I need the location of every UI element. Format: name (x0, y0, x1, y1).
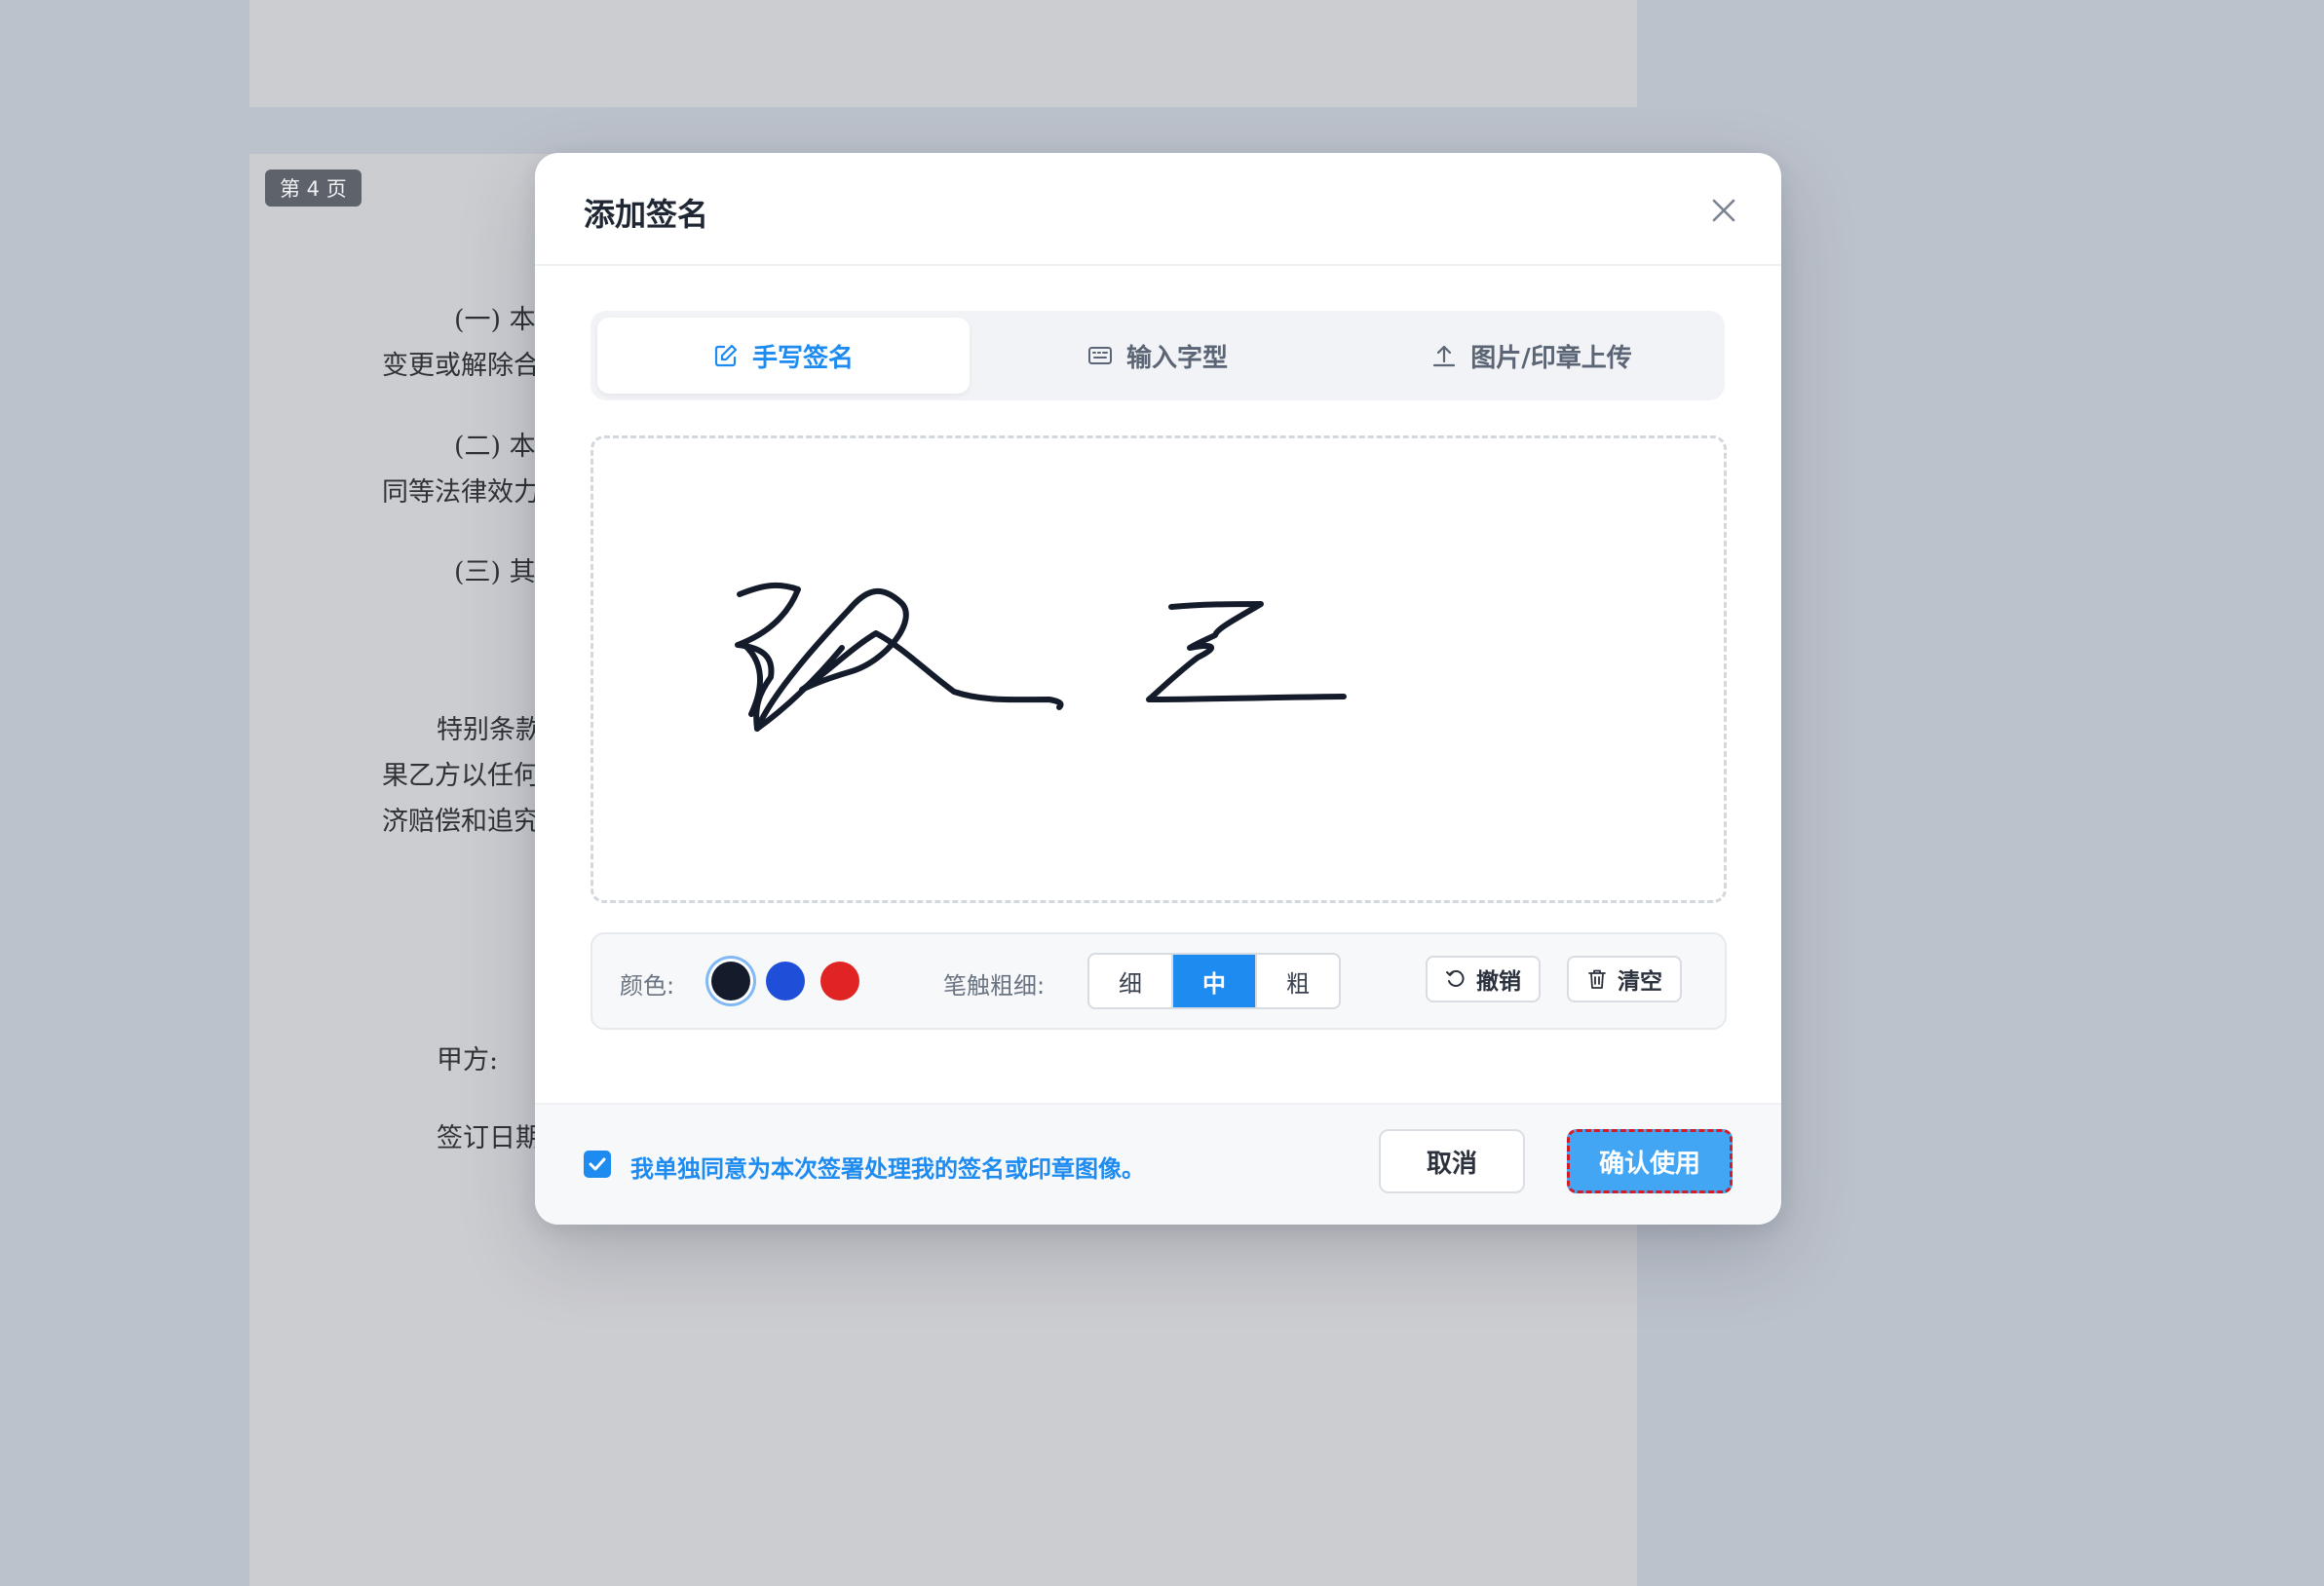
color-swatch-red[interactable] (820, 962, 859, 1001)
page-number-badge: 第 4 页 (265, 170, 362, 207)
keyboard-icon (1087, 347, 1112, 364)
doc-line: 济赔偿和追究 (382, 807, 540, 837)
doc-line: (三) 其 (454, 557, 536, 587)
tab-label: 手写签名 (751, 343, 854, 373)
thickness-thin-button[interactable]: 细 (1089, 955, 1173, 1007)
doc-line: 甲方: (437, 1045, 499, 1076)
thickness-thick-button[interactable]: 粗 (1257, 955, 1339, 1007)
signature-mode-tabs: 手写签名 输入字型 图片/印章上传 (591, 311, 1725, 400)
doc-line: 签订日期 (437, 1123, 542, 1153)
undo-button[interactable]: 撤销 (1426, 956, 1541, 1002)
cancel-button[interactable]: 取消 (1379, 1129, 1525, 1193)
doc-line: 同等法律效力 (382, 477, 540, 508)
doc-line: 果乙方以任何 (382, 761, 540, 791)
clear-label: 清空 (1618, 969, 1662, 995)
doc-line: (二) 本 (454, 432, 536, 462)
tab-label: 输入字型 (1125, 343, 1228, 373)
tab-handwritten[interactable]: 手写签名 (597, 318, 970, 394)
upload-icon (1433, 345, 1456, 367)
thickness-medium-button[interactable]: 中 (1173, 955, 1257, 1007)
tab-typed-font[interactable]: 输入字型 (972, 318, 1344, 394)
edit-icon (714, 344, 738, 367)
previous-page (249, 0, 1637, 107)
pen-toolbar: 颜色: 笔触粗细: 细 中 粗 撤销 清空 (591, 932, 1727, 1030)
tab-label: 图片/印章上传 (1470, 343, 1632, 373)
thickness-selector: 细 中 粗 (1087, 953, 1341, 1009)
dialog-footer: 我单独同意为本次签署处理我的签名或印章图像。 取消 确认使用 (535, 1103, 1781, 1225)
undo-icon (1446, 969, 1465, 987)
color-label: 颜色: (620, 972, 675, 1000)
undo-label: 撤销 (1476, 969, 1521, 995)
consent-text: 我单独同意为本次签署处理我的签名或印章图像。 (630, 1155, 1145, 1183)
doc-line: 变更或解除合 (382, 351, 540, 381)
thickness-label: 笔触粗细: (943, 972, 1046, 1000)
close-icon[interactable] (1711, 198, 1736, 223)
dialog-title: 添加签名 (584, 196, 709, 233)
trash-icon (1588, 969, 1606, 989)
doc-line: (一) 本 (454, 305, 536, 335)
consent-checkbox[interactable] (584, 1151, 611, 1178)
color-swatch-black[interactable] (711, 962, 750, 1001)
signature-stroke (735, 582, 1347, 732)
confirm-button[interactable]: 确认使用 (1567, 1129, 1733, 1193)
add-signature-dialog: 添加签名 手写签名 输入字型 图片/印章上传 颜色: 笔触粗细: 细 中 粗 撤… (535, 153, 1781, 1225)
doc-line: 特别条款 (437, 715, 542, 745)
signature-canvas[interactable] (591, 435, 1727, 903)
color-swatch-blue[interactable] (766, 962, 805, 1001)
clear-button[interactable]: 清空 (1567, 956, 1682, 1002)
tab-image-upload[interactable]: 图片/印章上传 (1346, 318, 1718, 394)
checkmark-icon (589, 1157, 606, 1171)
dialog-header: 添加签名 (535, 153, 1781, 266)
